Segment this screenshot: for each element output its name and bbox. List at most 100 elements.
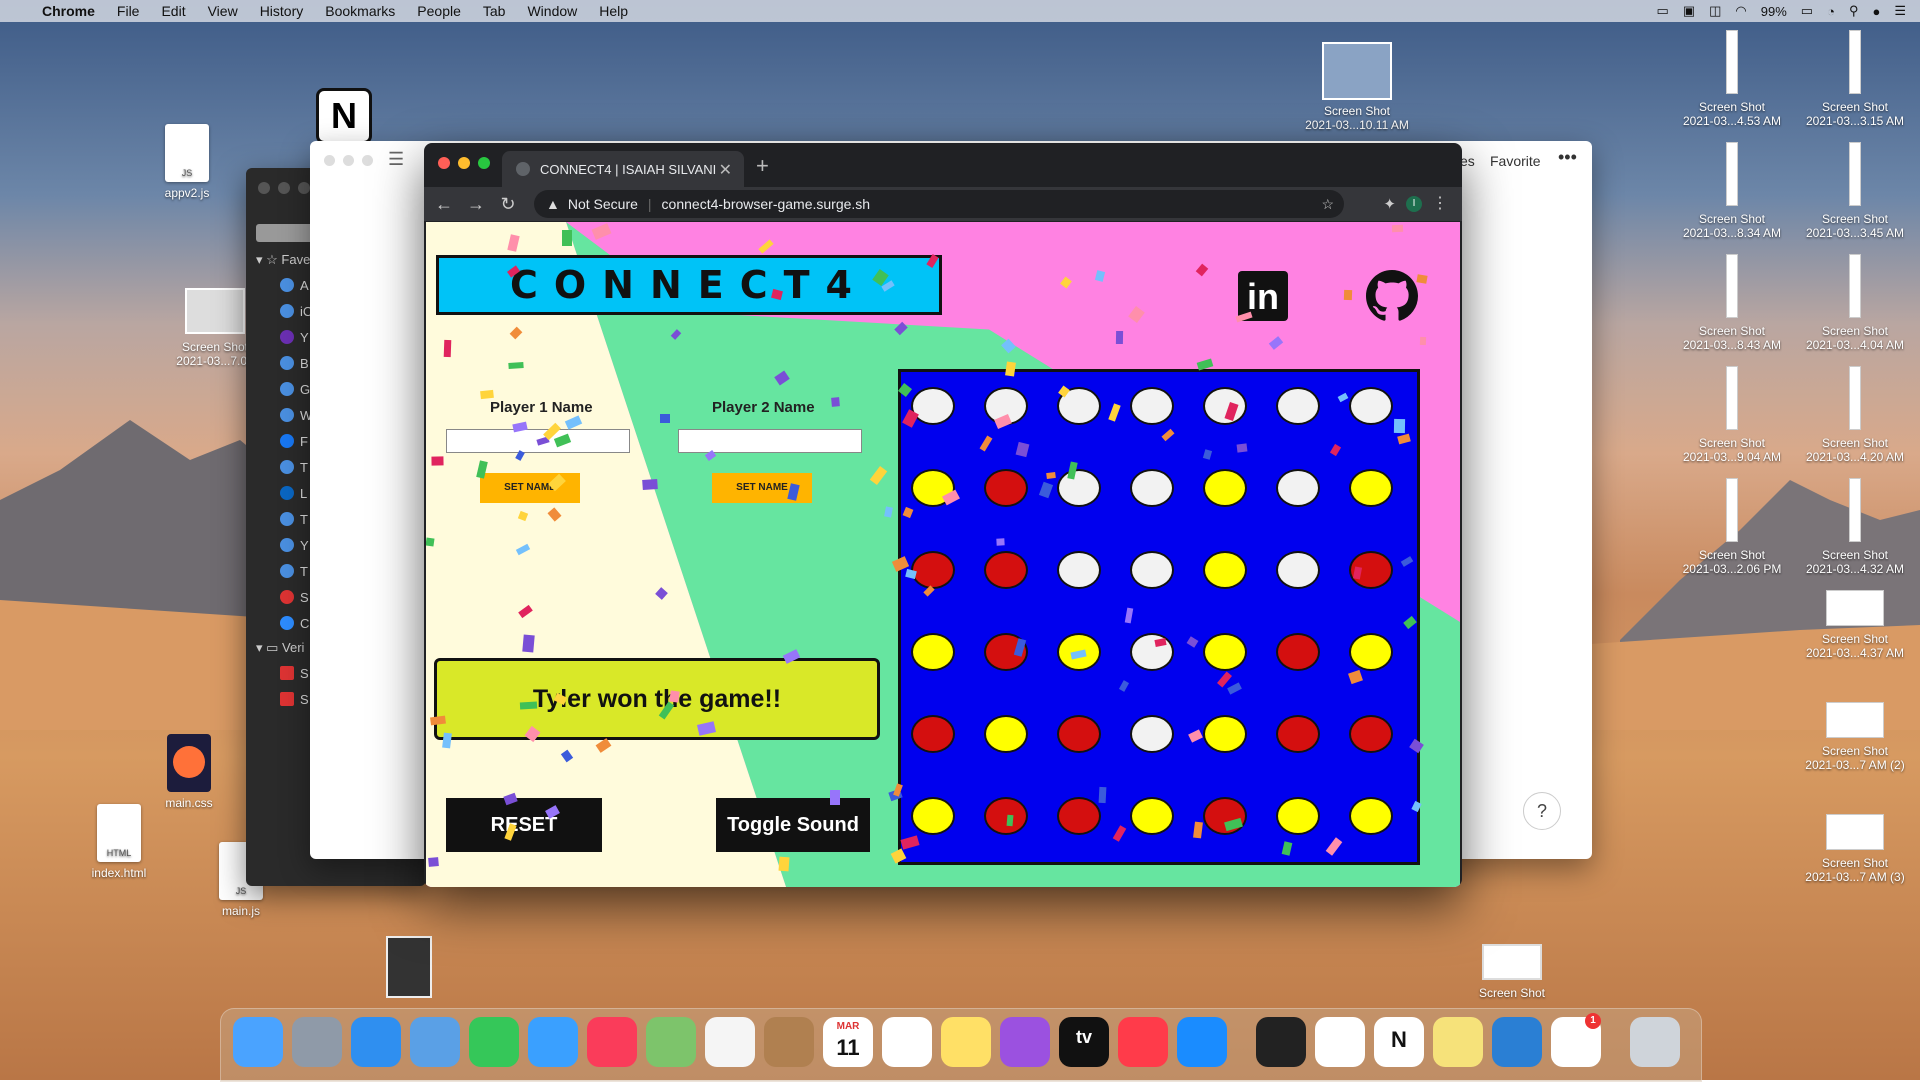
url-text[interactable]: connect4-browser-game.surge.sh xyxy=(662,196,871,212)
menu-tab[interactable]: Tab xyxy=(483,3,506,19)
zoom-light[interactable] xyxy=(478,157,490,169)
podcasts-dock-icon[interactable] xyxy=(1000,1017,1050,1067)
player2-name-input[interactable] xyxy=(678,429,862,453)
launchpad-dock-icon[interactable] xyxy=(292,1017,342,1067)
menu-view[interactable]: View xyxy=(208,3,238,19)
desktop-file-index-html[interactable]: HTML index.html xyxy=(64,804,174,880)
music-dock-icon[interactable] xyxy=(587,1017,637,1067)
slack-dock-icon[interactable]: 1 xyxy=(1551,1013,1601,1067)
desktop-screenshot[interactable]: Screen Shot 2021-03...3.15 AM xyxy=(1800,30,1910,128)
board-cell-4-6[interactable] xyxy=(1349,715,1393,753)
desktop-screenshot[interactable]: Screen Shot 2021-03...2.06 PM xyxy=(1677,478,1787,576)
news-dock-icon[interactable] xyxy=(1118,1017,1168,1067)
board-cell-5-3[interactable] xyxy=(1130,797,1174,835)
zoom-light[interactable] xyxy=(298,182,310,194)
board-cell-5-2[interactable] xyxy=(1057,797,1101,835)
messages-dock-icon[interactable] xyxy=(528,1017,578,1067)
tv-dock-icon[interactable]: tv xyxy=(1059,1017,1109,1067)
tab-close-icon[interactable]: ✕ xyxy=(719,160,732,180)
board-cell-0-0[interactable] xyxy=(911,387,955,425)
trash-dock-icon[interactable] xyxy=(1630,1017,1680,1067)
minimize-light[interactable] xyxy=(278,182,290,194)
help-button[interactable]: ? xyxy=(1523,792,1561,830)
board-cell-4-2[interactable] xyxy=(1057,715,1101,753)
board-cell-2-2[interactable] xyxy=(1057,551,1101,589)
reset-button[interactable]: RESET xyxy=(446,798,602,852)
board-cell-5-6[interactable] xyxy=(1349,797,1393,835)
menu-history[interactable]: History xyxy=(260,3,304,19)
desktop-file-main-css[interactable]: main.css xyxy=(134,734,244,810)
menu-app-name[interactable]: Chrome xyxy=(42,3,95,19)
forward-icon[interactable]: → xyxy=(460,194,492,215)
desktop-file-appv2[interactable]: JS appv2.js xyxy=(132,124,242,200)
desktop-screenshot-top[interactable]: Screen Shot 2021-03...10.11 AM xyxy=(1302,42,1412,132)
board-cell-3-3[interactable] xyxy=(1130,633,1174,671)
desktop-screenshot[interactable]: Screen Shot 2021-03...9.04 AM xyxy=(1677,366,1787,464)
board-cell-3-6[interactable] xyxy=(1349,633,1393,671)
menu-window[interactable]: Window xyxy=(527,3,577,19)
address-bar[interactable]: ▲ Not Secure | connect4-browser-game.sur… xyxy=(534,190,1344,218)
desktop-screenshot[interactable]: Screen Shot 2021-03...4.04 AM xyxy=(1800,254,1910,352)
board-cell-4-4[interactable] xyxy=(1203,715,1247,753)
contacts-dock-icon[interactable] xyxy=(764,1017,814,1067)
new-tab-icon[interactable]: + xyxy=(756,153,769,179)
tab-connect4[interactable]: CONNECT4 | ISAIAH SILVANI ✕ xyxy=(502,151,744,187)
player1-set-name-button[interactable]: SET NAME xyxy=(480,473,580,503)
menu-file[interactable]: File xyxy=(117,3,140,19)
security-label[interactable]: Not Secure xyxy=(568,196,638,212)
finder-dock-icon[interactable] xyxy=(233,1017,283,1067)
board-cell-1-1[interactable] xyxy=(984,469,1028,507)
board-cell-5-0[interactable] xyxy=(911,797,955,835)
desktop-screenshot[interactable]: Screen Shot 2021-03...4.20 AM xyxy=(1800,366,1910,464)
menu-people[interactable]: People xyxy=(417,3,461,19)
menu-bookmarks[interactable]: Bookmarks xyxy=(325,3,395,19)
minimize-light[interactable] xyxy=(343,155,354,166)
calendar-dock-icon[interactable]: MAR 11 xyxy=(823,1017,873,1067)
clock-icon[interactable]: ◔ xyxy=(1827,4,1835,19)
more-icon[interactable]: ••• xyxy=(1558,147,1577,168)
vscode-dock-icon[interactable] xyxy=(1492,1017,1542,1067)
sidebar-toggle-icon[interactable]: ☰ xyxy=(388,149,404,170)
menu-help[interactable]: Help xyxy=(599,3,628,19)
battery-percent[interactable]: 99% xyxy=(1761,4,1787,19)
terminal-dock-icon[interactable] xyxy=(1256,1017,1306,1067)
battery-icon[interactable]: ▭ xyxy=(1801,3,1813,19)
notion-desktop-icon[interactable]: N xyxy=(316,88,372,144)
wifi-icon[interactable]: ◠ xyxy=(1735,3,1746,19)
board-cell-1-6[interactable] xyxy=(1349,469,1393,507)
menu-edit[interactable]: Edit xyxy=(161,3,185,19)
zoom-light[interactable] xyxy=(362,155,373,166)
app-store-dock-icon[interactable] xyxy=(1177,1017,1227,1067)
siri-icon[interactable]: ● xyxy=(1872,4,1880,19)
reload-icon[interactable]: ↻ xyxy=(492,194,524,215)
board-cell-5-1[interactable] xyxy=(984,797,1028,835)
spotlight-icon[interactable]: ⚲ xyxy=(1849,3,1859,19)
board-cell-1-2[interactable] xyxy=(1057,469,1101,507)
board-cell-2-4[interactable] xyxy=(1203,551,1247,589)
airplay-icon[interactable]: ▣ xyxy=(1683,3,1695,19)
favorites-label[interactable]: Favorite xyxy=(1490,153,1541,169)
board-cell-4-1[interactable] xyxy=(984,715,1028,753)
chrome-dock-icon[interactable] xyxy=(1315,1017,1365,1067)
mail-dock-icon[interactable] xyxy=(410,1017,460,1067)
reminders-dock-icon[interactable] xyxy=(882,1017,932,1067)
close-light[interactable] xyxy=(324,155,335,166)
photos-dock-icon[interactable] xyxy=(705,1017,755,1067)
extensions-icon[interactable]: ✦ xyxy=(1383,195,1396,213)
board-cell-0-5[interactable] xyxy=(1276,387,1320,425)
facetime-dock-icon[interactable] xyxy=(469,1017,519,1067)
desktop-screenshot[interactable]: Screen Shot 2021-03...4.32 AM xyxy=(1800,478,1910,576)
profile-avatar[interactable]: I xyxy=(1406,196,1422,212)
board-cell-0-3[interactable] xyxy=(1130,387,1174,425)
chrome-menu-icon[interactable]: ⋮ xyxy=(1432,193,1448,213)
display-icon[interactable]: ◫ xyxy=(1709,3,1721,19)
minimize-light[interactable] xyxy=(458,157,470,169)
desktop-screenshot[interactable]: Screen Shot 2021-03...4.53 AM xyxy=(1677,30,1787,128)
board-cell-4-5[interactable] xyxy=(1276,715,1320,753)
desktop-screenshot[interactable]: Screen Shot 2021-03...8.43 AM xyxy=(1677,254,1787,352)
desktop-image-thumbnail[interactable] xyxy=(386,936,432,998)
board-cell-1-5[interactable] xyxy=(1276,469,1320,507)
board-cell-3-0[interactable] xyxy=(911,633,955,671)
board-cell-0-4[interactable] xyxy=(1203,387,1247,425)
board-cell-5-4[interactable] xyxy=(1203,797,1247,835)
